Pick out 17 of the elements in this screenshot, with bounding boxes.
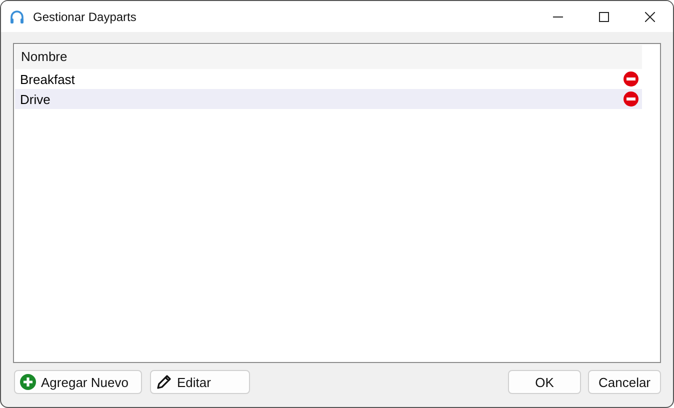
- row-name: Drive: [20, 92, 52, 106]
- plus-icon: [20, 374, 36, 390]
- list-row[interactable]: Drive: [15, 89, 642, 109]
- add-button[interactable]: Agregar Nuevo: [14, 370, 142, 394]
- ok-button[interactable]: OK: [508, 370, 581, 394]
- remove-icon[interactable]: [623, 91, 639, 107]
- pencil-icon: [156, 374, 172, 390]
- list-row[interactable]: Breakfast: [15, 69, 642, 89]
- cancel-button[interactable]: Cancelar: [588, 370, 661, 394]
- column-header[interactable]: Nombre: [15, 45, 642, 69]
- row-name: Breakfast: [20, 72, 76, 86]
- edit-button[interactable]: Editar: [150, 370, 250, 394]
- maximize-icon[interactable]: [599, 12, 609, 22]
- headphones-icon: [9, 8, 25, 24]
- remove-icon[interactable]: [623, 71, 639, 87]
- close-icon[interactable]: [645, 12, 655, 22]
- window-title: Gestionar Dayparts: [33, 10, 136, 24]
